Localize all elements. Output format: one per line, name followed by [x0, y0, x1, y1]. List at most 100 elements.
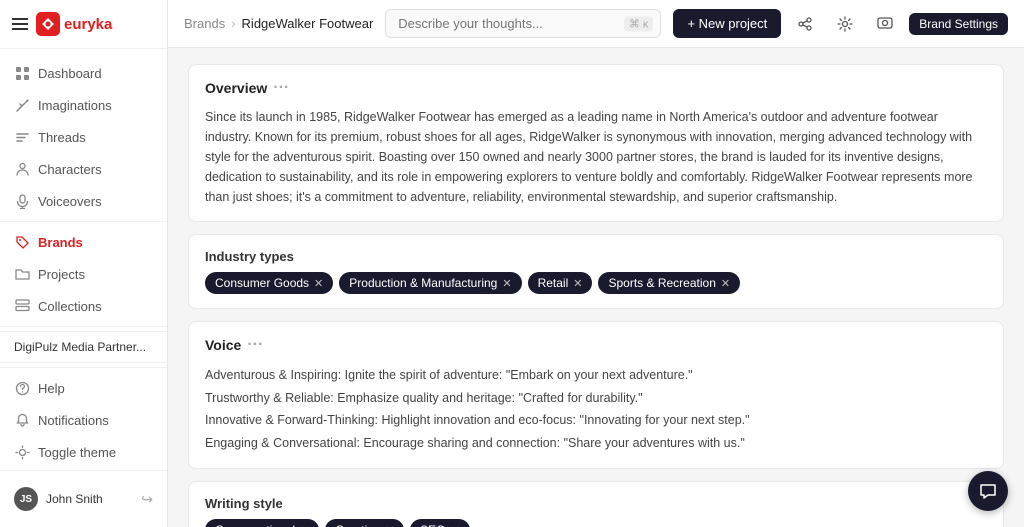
share-button[interactable]	[789, 8, 821, 40]
workspace-label[interactable]: DigiPulz Media Partner...	[0, 331, 167, 363]
writing-tag-remove-1[interactable]: ✕	[385, 524, 394, 527]
hamburger-menu[interactable]	[12, 18, 28, 30]
voice-line-3: Engaging & Conversational: Encourage sha…	[205, 432, 987, 455]
main-content: Brands › RidgeWalker Footwear ⌘ κ + New …	[168, 0, 1024, 527]
header-actions: + New project Brand Settings	[673, 8, 1008, 40]
industry-tag-3: Sports & Recreation ✕	[598, 272, 740, 294]
search-bar: ⌘ κ	[385, 9, 661, 38]
sidebar: euryka Dashboard Imaginations Threads	[0, 0, 168, 527]
voice-section: Voice ··· Adventurous & Inspiring: Ignit…	[188, 321, 1004, 469]
writing-style-section: Writing style Conversational ✕ Creative …	[188, 481, 1004, 527]
sidebar-label-dashboard: Dashboard	[38, 66, 102, 81]
writing-tag-label-2: SEO	[420, 523, 445, 527]
dashboard-icon	[14, 65, 30, 81]
overview-more-icon[interactable]: ···	[273, 79, 289, 97]
nav-divider-1	[0, 221, 167, 222]
writing-tag-remove-2[interactable]: ✕	[451, 524, 460, 527]
sidebar-item-projects[interactable]: Projects	[0, 258, 167, 290]
logo-text: euryka	[64, 16, 112, 33]
logo: euryka	[36, 12, 112, 36]
sidebar-item-threads[interactable]: Threads	[0, 121, 167, 153]
breadcrumb: Brands › RidgeWalker Footwear	[184, 16, 373, 31]
writing-style-tags-row: Conversational ✕ Creative ✕ SEO ✕	[205, 519, 987, 527]
profile-button[interactable]	[869, 8, 901, 40]
chat-bubble[interactable]	[968, 471, 1008, 511]
voice-more-icon[interactable]: ···	[247, 336, 263, 354]
sidebar-item-imaginations[interactable]: Imaginations	[0, 89, 167, 121]
sidebar-item-voiceovers[interactable]: Voiceovers	[0, 185, 167, 217]
collection-icon	[14, 298, 30, 314]
sidebar-label-voiceovers: Voiceovers	[38, 194, 102, 209]
sidebar-header: euryka	[0, 0, 167, 49]
person-icon	[14, 161, 30, 177]
breadcrumb-current: RidgeWalker Footwear	[242, 16, 374, 31]
writing-tag-0: Conversational ✕	[205, 519, 319, 527]
brand-settings-badge[interactable]: Brand Settings	[909, 13, 1008, 35]
sidebar-item-notifications[interactable]: Notifications	[0, 404, 167, 436]
user-name: John Snith	[46, 492, 133, 506]
avatar: JS	[14, 487, 38, 511]
user-row[interactable]: JS John Snith ↪	[0, 479, 167, 519]
content-area: Overview ··· Since its launch in 1985, R…	[168, 48, 1024, 527]
industry-tag-2: Retail ✕	[528, 272, 593, 294]
logo-icon	[36, 12, 60, 36]
industry-tag-label-0: Consumer Goods	[215, 276, 309, 290]
folder-icon	[14, 266, 30, 282]
industry-section: Industry types Consumer Goods ✕ Producti…	[188, 234, 1004, 309]
writing-style-title: Writing style	[205, 496, 987, 511]
sidebar-item-collections[interactable]: Collections	[0, 290, 167, 322]
sun-icon	[14, 444, 30, 460]
sidebar-item-characters[interactable]: Characters	[0, 153, 167, 185]
sidebar-item-brands[interactable]: Brands	[0, 226, 167, 258]
industry-tag-remove-1[interactable]: ✕	[502, 277, 511, 290]
sidebar-item-help[interactable]: Help	[0, 372, 167, 404]
sidebar-label-projects: Projects	[38, 267, 85, 282]
writing-tag-label-1: Creative	[335, 523, 380, 527]
voice-line-2: Innovative & Forward-Thinking: Highlight…	[205, 409, 987, 432]
sidebar-label-help: Help	[38, 381, 65, 396]
help-icon	[14, 380, 30, 396]
voice-title: Voice	[205, 337, 241, 353]
search-shortcut: ⌘ κ	[624, 16, 654, 31]
voice-header: Voice ···	[205, 336, 987, 354]
search-input[interactable]	[385, 9, 661, 38]
logout-icon[interactable]: ↪	[141, 491, 153, 508]
industry-tag-1: Production & Manufacturing ✕	[339, 272, 521, 294]
industry-tag-remove-0[interactable]: ✕	[314, 277, 323, 290]
overview-header: Overview ···	[205, 79, 987, 97]
bell-icon	[14, 412, 30, 428]
industry-tag-remove-2[interactable]: ✕	[573, 277, 582, 290]
overview-title: Overview	[205, 80, 267, 96]
settings-button[interactable]	[829, 8, 861, 40]
sidebar-item-dashboard[interactable]: Dashboard	[0, 57, 167, 89]
writing-tag-label-0: Conversational	[215, 523, 295, 527]
sidebar-label-imaginations: Imaginations	[38, 98, 112, 113]
industry-tag-label-3: Sports & Recreation	[608, 276, 715, 290]
nav-divider-3	[0, 367, 167, 368]
industry-title: Industry types	[205, 249, 987, 264]
sidebar-label-notifications: Notifications	[38, 413, 109, 428]
industry-tag-0: Consumer Goods ✕	[205, 272, 333, 294]
breadcrumb-parent: Brands	[184, 16, 225, 31]
mic-icon	[14, 193, 30, 209]
writing-tag-remove-0[interactable]: ✕	[300, 524, 309, 527]
overview-text: Since its launch in 1985, RidgeWalker Fo…	[205, 107, 987, 207]
industry-tag-label-2: Retail	[538, 276, 569, 290]
sidebar-label-characters: Characters	[38, 162, 102, 177]
sidebar-nav: Dashboard Imaginations Threads Character…	[0, 49, 167, 470]
header: Brands › RidgeWalker Footwear ⌘ κ + New …	[168, 0, 1024, 48]
sidebar-label-collections: Collections	[38, 299, 102, 314]
overview-section: Overview ··· Since its launch in 1985, R…	[188, 64, 1004, 222]
sidebar-label-toggle-theme: Toggle theme	[38, 445, 116, 460]
new-project-button[interactable]: + New project	[673, 9, 781, 38]
industry-tag-remove-3[interactable]: ✕	[721, 277, 730, 290]
industry-tag-label-1: Production & Manufacturing	[349, 276, 497, 290]
sidebar-footer: JS John Snith ↪	[0, 470, 167, 527]
writing-tag-1: Creative ✕	[325, 519, 404, 527]
voice-line-0: Adventurous & Inspiring: Ignite the spir…	[205, 364, 987, 387]
writing-tag-2: SEO ✕	[410, 519, 470, 527]
sidebar-item-toggle-theme[interactable]: Toggle theme	[0, 436, 167, 468]
thread-icon	[14, 129, 30, 145]
wand-icon	[14, 97, 30, 113]
nav-divider-2	[0, 326, 167, 327]
